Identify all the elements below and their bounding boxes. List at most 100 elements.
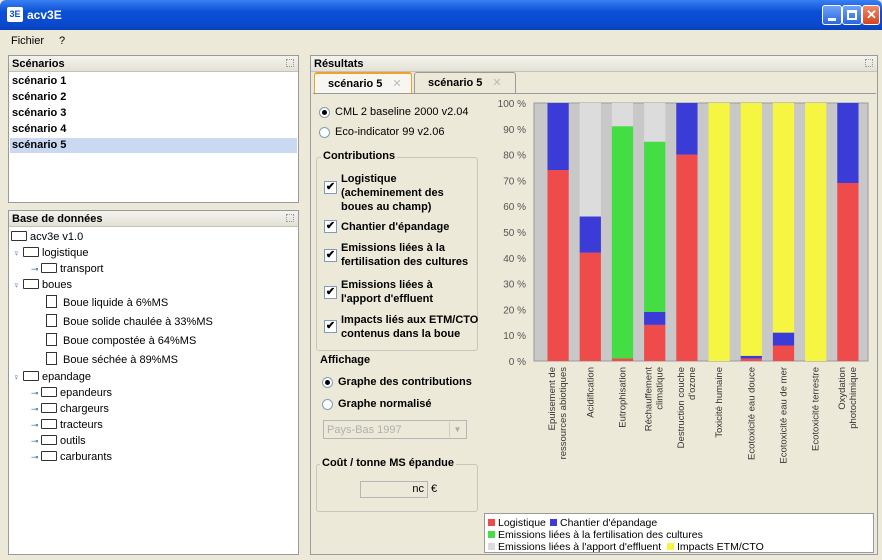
contribution-label: Chantier d'épandage [341,221,450,233]
bar-segment [644,141,666,312]
tree-node-outils[interactable]: ⊸ outils [31,433,86,449]
y-tick-label: 60 % [503,202,526,213]
tab-close-icon[interactable]: ✕ [492,77,501,89]
checkbox-fertilisation[interactable]: ✔ [324,249,337,262]
y-tick-label: 40 % [503,254,526,265]
panel-grip-icon [865,59,873,67]
bar-segment [676,154,698,361]
bar-segment [740,355,762,359]
checkbox-chantier[interactable]: ✔ [324,220,337,233]
results-header: Résultats [311,56,877,72]
contribution-label: Impacts liés aux ETM/CTO contenus dans la… [341,314,479,340]
tree-node-transport[interactable]: ⊸ transport [31,261,103,277]
legend-item-chantier: Chantier d'épandage [550,517,657,529]
country-select[interactable]: Pays-Bas 1997 ▼ [323,420,467,439]
graph-normalise-radio[interactable] [322,399,333,410]
tree-node-tracteurs[interactable]: ⊸ tracteurs [31,417,103,433]
list-item[interactable]: scénario 3 [10,106,297,121]
bar-segment [772,345,795,361]
folder-icon [41,451,57,461]
app-icon: 3E [7,7,23,22]
x-tick-label: Toxicité humaine [714,367,725,438]
database-header: Base de données [9,211,298,227]
x-tick-label: Eutrophisation [618,367,629,428]
contribution-label: Emissions liées à l'apport d'effluent [341,279,434,305]
collapsed-toggle-icon[interactable]: ⊸ [31,261,41,277]
legend-item-logistique: Logistique [488,517,546,529]
folder-icon [41,387,57,397]
scenarios-header: Scénarios [9,56,298,72]
list-item-selected[interactable]: scénario 5 [10,138,297,153]
expanded-toggle-icon[interactable]: ♀ [13,369,23,385]
legend-item-effluent: Emissions liées à l'apport d'effluent [488,541,661,553]
document-icon [46,295,57,308]
x-tick-label: Ecotoxicité eau de mer [779,367,790,464]
cost-unit: € [431,483,438,495]
graph-contributions-radio[interactable] [322,377,333,388]
method-eco-radio[interactable] [319,127,330,138]
tree-node-chargeurs[interactable]: ⊸ chargeurs [31,401,109,417]
menu-bar: Fichier ? [0,30,882,52]
tab-close-icon[interactable]: ✕ [392,78,401,90]
contributions-title: Contributions [321,150,398,162]
y-tick-label: 10 % [503,331,526,342]
bar-segment [740,103,762,356]
collapsed-toggle-icon[interactable]: ⊸ [31,401,41,417]
chevron-down-icon[interactable]: ▼ [449,422,465,437]
folder-icon [23,371,39,381]
collapsed-toggle-icon[interactable]: ⊸ [31,433,41,449]
minimize-button[interactable] [822,5,842,25]
tree-leaf-boue[interactable]: Boue solide chaulée à 33%MS [46,314,213,330]
menu-fichier[interactable]: Fichier [11,35,44,47]
database-panel: Base de données acv3e v1.0 ♀ logistique ⊸… [8,210,299,555]
y-tick-label: 30 % [503,280,526,291]
collapsed-toggle-icon[interactable]: ⊸ [31,449,41,465]
menu-help[interactable]: ? [59,35,65,47]
tree-node-epandeurs[interactable]: ⊸ epandeurs [31,385,112,401]
collapsed-toggle-icon[interactable]: ⊸ [31,417,41,433]
bar-segment [772,332,795,346]
bar-segment [644,324,666,361]
tree-leaf-boue[interactable]: Boue séchée à 89%MS [46,352,178,368]
checkbox-effluent[interactable]: ✔ [324,286,337,299]
list-item[interactable]: scénario 1 [10,74,297,89]
tab-scenario-active[interactable]: scénario 5 ✕ [314,72,412,93]
y-tick-label: 100 % [498,99,526,110]
y-tick-label: 50 % [503,228,526,239]
tree-leaf-boue[interactable]: Boue liquide à 6%MS [46,295,168,311]
stacked-bar-chart: 0 % 10 % 20 % 30 % 40 % 50 % 60 % 70 % 80 % 90 % 1… [498,99,869,464]
bar-segment [644,103,666,142]
x-tick-label: Epuisement deressources abiotiques [547,367,569,460]
legend-item-etm: Impacts ETM/CTO [667,541,764,553]
y-tick-label: 80 % [503,151,526,162]
maximize-button[interactable] [842,5,862,25]
collapsed-toggle-icon[interactable]: ⊸ [31,385,41,401]
bar-segment [611,103,634,127]
list-item[interactable]: scénario 4 [10,122,297,137]
tree-node-epandage[interactable]: ♀ epandage [13,369,91,385]
checkbox-logistique[interactable]: ✔ [324,181,337,194]
expanded-toggle-icon[interactable]: ♀ [13,277,23,293]
legend-item-fertilisation: Emissions liées à la fertilisation des c… [488,529,703,541]
list-item[interactable]: scénario 2 [10,90,297,105]
tree-node-boues[interactable]: ♀ boues [13,277,72,293]
scenarios-panel: Scénarios scénario 1 scénario 2 scénario… [8,55,299,203]
bar-segment [676,103,698,155]
tab-scenario[interactable]: scénario 5 ✕ [414,72,516,93]
bar-segment [579,103,601,217]
folder-icon [41,435,57,445]
method-cml-radio[interactable] [319,107,330,118]
tree-root[interactable]: acv3e v1.0 [11,229,83,245]
x-tick-label: Réchauffementclimatique [644,367,666,432]
contribution-label: Emissions liées à la fertilisation des cu… [341,242,469,268]
panel-grip-icon [286,59,294,67]
tree-leaf-boue[interactable]: Boue compostée à 64%MS [46,333,196,349]
tree-node-carburants[interactable]: ⊸ carburants [31,449,112,465]
tree-node-logistique[interactable]: ♀ logistique [13,245,88,261]
close-button[interactable]: ✕ [862,5,880,25]
method-eco-label: Eco-indicator 99 v2.06 [335,126,445,138]
expanded-toggle-icon[interactable]: ♀ [13,245,23,261]
checkbox-etm[interactable]: ✔ [324,320,337,333]
y-tick-label: 20 % [503,305,526,316]
bar-segment [805,103,827,361]
